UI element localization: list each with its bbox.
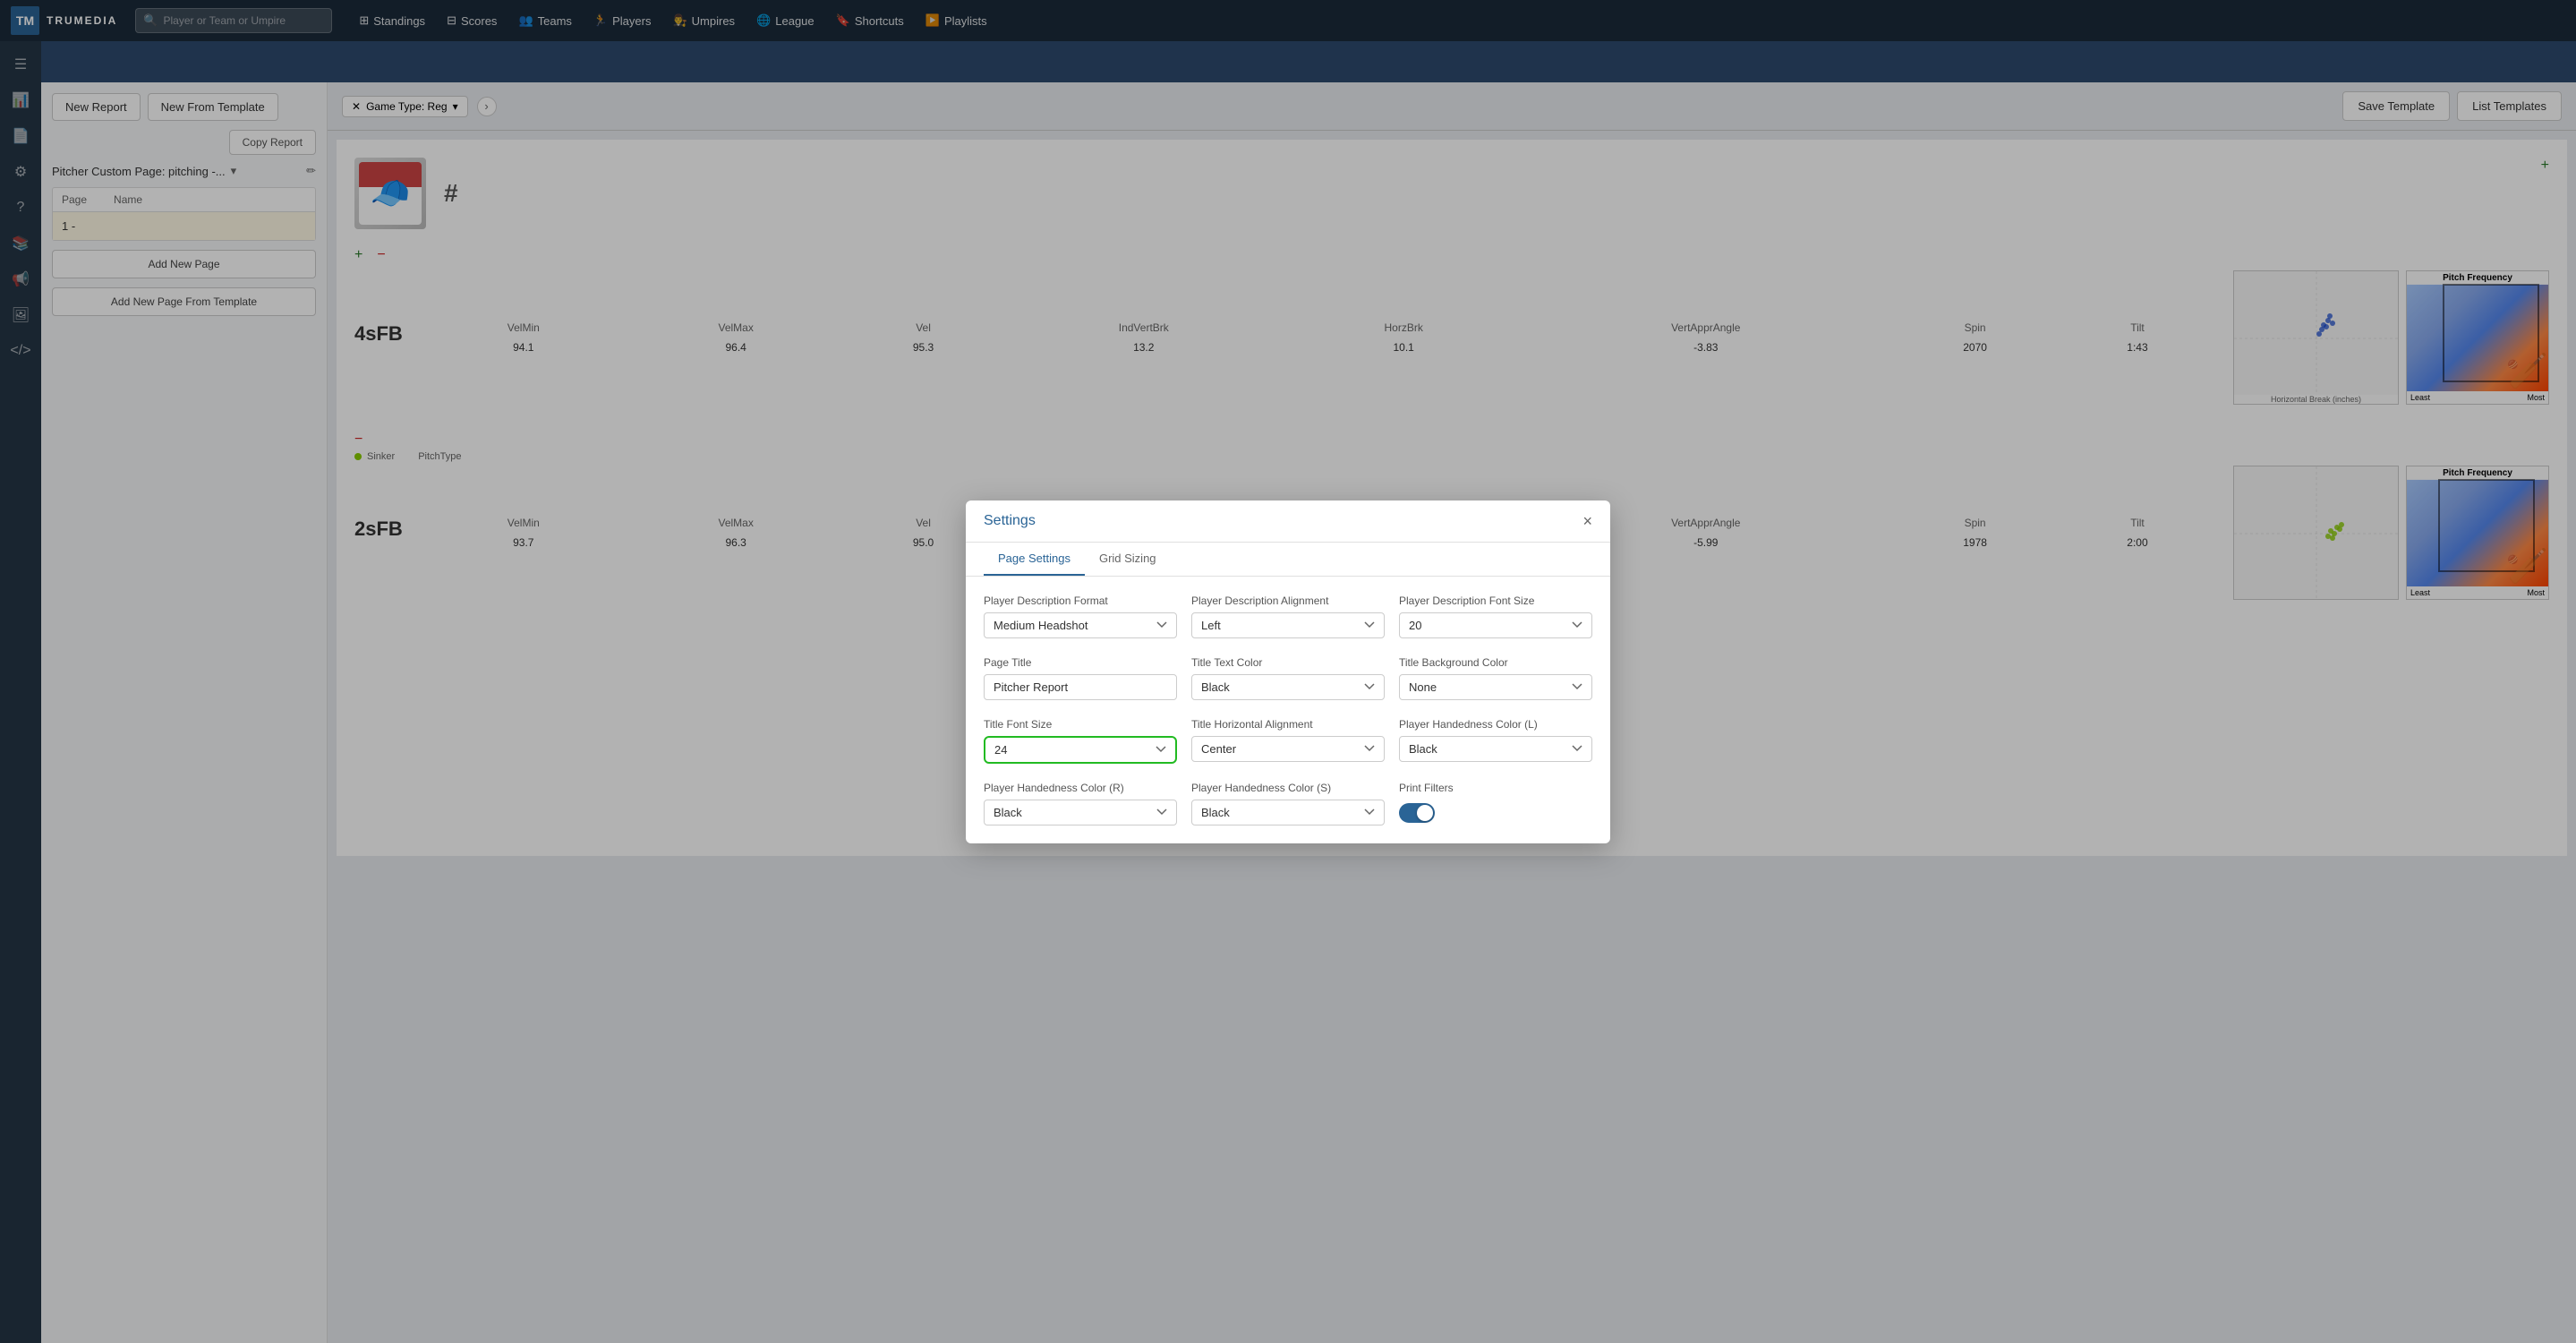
title-background-color-label: Title Background Color [1399, 656, 1592, 669]
player-handedness-color-s-label: Player Handedness Color (S) [1191, 782, 1385, 794]
title-text-color-label: Title Text Color [1191, 656, 1385, 669]
player-desc-alignment-group: Player Description Alignment Left Center… [1191, 595, 1385, 638]
player-desc-font-size-group: Player Description Font Size 20 16 18 22… [1399, 595, 1592, 638]
player-desc-format-group: Player Description Format Medium Headsho… [984, 595, 1177, 638]
print-filters-toggle[interactable] [1399, 803, 1435, 823]
player-handedness-color-l-select[interactable]: Black White Red Blue [1399, 736, 1592, 762]
modal-overlay[interactable]: Settings × Page Settings Grid Sizing Pla… [0, 0, 2576, 1343]
page-title-input[interactable] [984, 674, 1177, 700]
settings-row-4: Player Handedness Color (R) Black White … [984, 782, 1592, 825]
settings-row-1: Player Description Format Medium Headsho… [984, 595, 1592, 638]
player-handedness-color-r-label: Player Handedness Color (R) [984, 782, 1177, 794]
modal-close-button[interactable]: × [1582, 513, 1592, 529]
player-handedness-color-l-label: Player Handedness Color (L) [1399, 718, 1592, 731]
player-desc-alignment-label: Player Description Alignment [1191, 595, 1385, 607]
title-horizontal-alignment-label: Title Horizontal Alignment [1191, 718, 1385, 731]
player-handedness-color-r-group: Player Handedness Color (R) Black White … [984, 782, 1177, 825]
settings-row-2: Page Title Title Text Color Black White … [984, 656, 1592, 700]
settings-row-3: Title Font Size 24 18 20 22 26 28 Title … [984, 718, 1592, 764]
player-desc-format-label: Player Description Format [984, 595, 1177, 607]
tab-page-settings[interactable]: Page Settings [984, 543, 1085, 576]
modal-tabs: Page Settings Grid Sizing [966, 543, 1610, 577]
player-desc-font-size-select[interactable]: 20 16 18 22 24 [1399, 612, 1592, 638]
title-horizontal-alignment-select[interactable]: Center Left Right [1191, 736, 1385, 762]
title-font-size-group: Title Font Size 24 18 20 22 26 28 [984, 718, 1177, 764]
page-title-label: Page Title [984, 656, 1177, 669]
player-desc-alignment-select[interactable]: Left Center Right [1191, 612, 1385, 638]
player-handedness-color-l-group: Player Handedness Color (L) Black White … [1399, 718, 1592, 764]
player-desc-format-select[interactable]: Medium Headshot Small Headshot Large Hea… [984, 612, 1177, 638]
settings-modal: Settings × Page Settings Grid Sizing Pla… [966, 500, 1610, 843]
page-title-group: Page Title [984, 656, 1177, 700]
tab-grid-sizing[interactable]: Grid Sizing [1085, 543, 1171, 576]
modal-body: Player Description Format Medium Headsho… [966, 577, 1610, 843]
title-text-color-select[interactable]: Black White Gray Red [1191, 674, 1385, 700]
modal-title: Settings [984, 513, 1036, 529]
title-font-size-select[interactable]: 24 18 20 22 26 28 [984, 736, 1177, 764]
player-desc-font-size-label: Player Description Font Size [1399, 595, 1592, 607]
title-font-size-label: Title Font Size [984, 718, 1177, 731]
player-handedness-color-s-group: Player Handedness Color (S) Black White … [1191, 782, 1385, 825]
print-filters-group: Print Filters [1399, 782, 1592, 825]
player-handedness-color-r-select[interactable]: Black White Red [984, 800, 1177, 825]
player-handedness-color-s-select[interactable]: Black White Red [1191, 800, 1385, 825]
modal-header: Settings × [966, 500, 1610, 543]
print-filters-label: Print Filters [1399, 782, 1592, 794]
title-text-color-group: Title Text Color Black White Gray Red [1191, 656, 1385, 700]
title-background-color-select[interactable]: None Black White Gray [1399, 674, 1592, 700]
title-horizontal-alignment-group: Title Horizontal Alignment Center Left R… [1191, 718, 1385, 764]
title-background-color-group: Title Background Color None Black White … [1399, 656, 1592, 700]
